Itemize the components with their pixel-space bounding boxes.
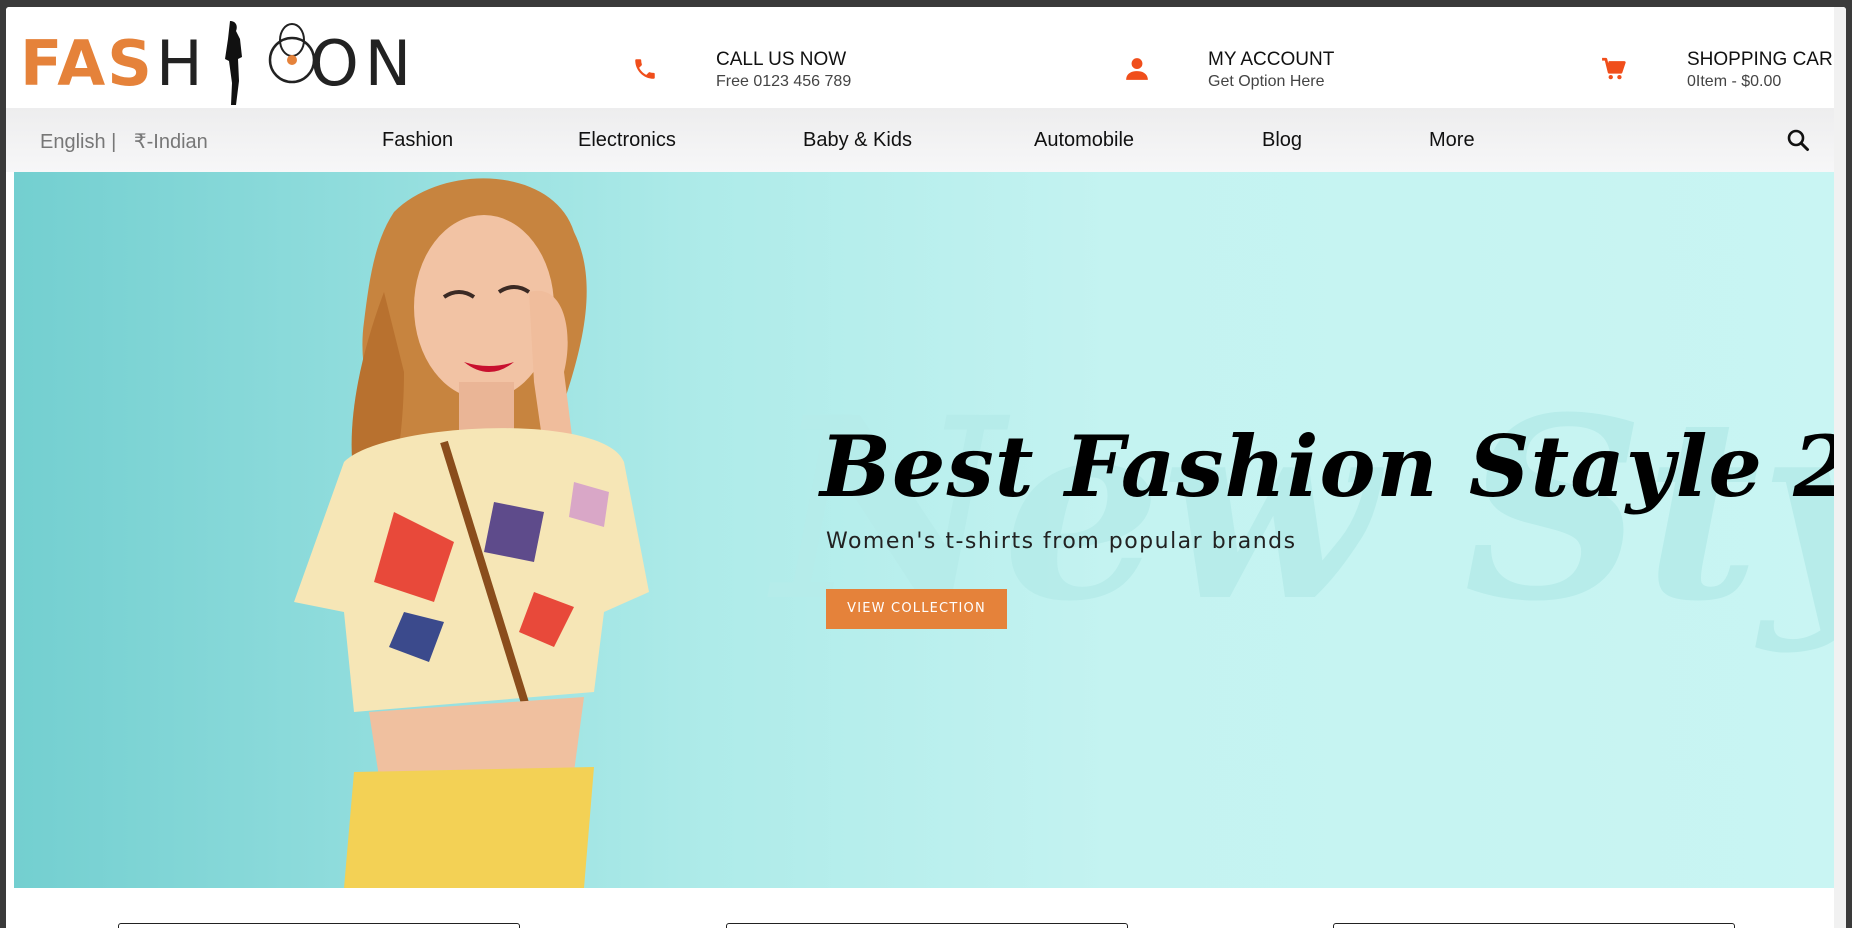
nav-item-electronics[interactable]: Electronics xyxy=(578,129,676,152)
logo-text-h: H xyxy=(156,27,205,100)
nav-item-more[interactable]: More xyxy=(1429,129,1475,152)
language-label: English | xyxy=(40,131,117,153)
nav-item-fashion[interactable]: Fashion xyxy=(382,129,453,152)
call-us-number: Free 0123 456 789 xyxy=(716,73,852,90)
my-account-block[interactable]: MY ACCOUNT Get Option Here xyxy=(1124,42,1384,92)
call-us-block[interactable]: CALL US NOW Free 0123 456 789 xyxy=(632,42,892,92)
browser-page: FAS H ON CALL US NOW Free 0123 456 789 M… xyxy=(6,7,1846,928)
logo-text-on: ON xyxy=(310,27,418,100)
promo-card[interactable] xyxy=(726,923,1128,928)
language-selector[interactable]: English | ₹-Indian xyxy=(40,129,208,154)
page-scrollbar[interactable] xyxy=(1834,7,1846,928)
search-icon[interactable] xyxy=(1786,128,1810,152)
nav-item-baby-kids[interactable]: Baby & Kids xyxy=(803,129,912,152)
cart-icon xyxy=(1602,57,1626,80)
hero-banner: New Style Best Fashion xyxy=(14,172,1840,888)
my-account-sub: Get Option Here xyxy=(1208,73,1325,90)
promo-card[interactable] xyxy=(118,923,520,928)
hero-title: Best Fashion Stayle 2018 xyxy=(820,417,1840,516)
promo-card[interactable] xyxy=(1333,923,1735,928)
my-account-title: MY ACCOUNT xyxy=(1208,49,1335,70)
call-us-title: CALL US NOW xyxy=(716,49,847,70)
site-logo[interactable]: FAS H ON xyxy=(12,15,411,107)
nav-item-blog[interactable]: Blog xyxy=(1262,129,1302,152)
shopping-cart-title: SHOPPING CARD xyxy=(1687,49,1846,70)
main-nav: English | ₹-Indian Fashion Electronics B… xyxy=(6,108,1840,172)
site-header: FAS H ON CALL US NOW Free 0123 456 789 M… xyxy=(6,7,1846,108)
shopping-cart-summary: 0Item - $0.00 xyxy=(1687,73,1782,90)
user-icon xyxy=(1126,58,1148,80)
nav-item-automobile[interactable]: Automobile xyxy=(1034,129,1134,152)
hero-model-image xyxy=(294,178,649,888)
view-collection-button[interactable]: VIEW COLLECTION xyxy=(826,589,1007,629)
phone-icon xyxy=(635,59,655,79)
hero-subtitle: Women's t-shirts from popular brands xyxy=(826,529,1297,554)
logo-text-fas: FAS xyxy=(20,27,154,100)
currency-selector[interactable]: ₹-Indian xyxy=(134,131,208,153)
shopping-cart-block[interactable]: SHOPPING CARD 0Item - $0.00 xyxy=(1601,42,1846,92)
